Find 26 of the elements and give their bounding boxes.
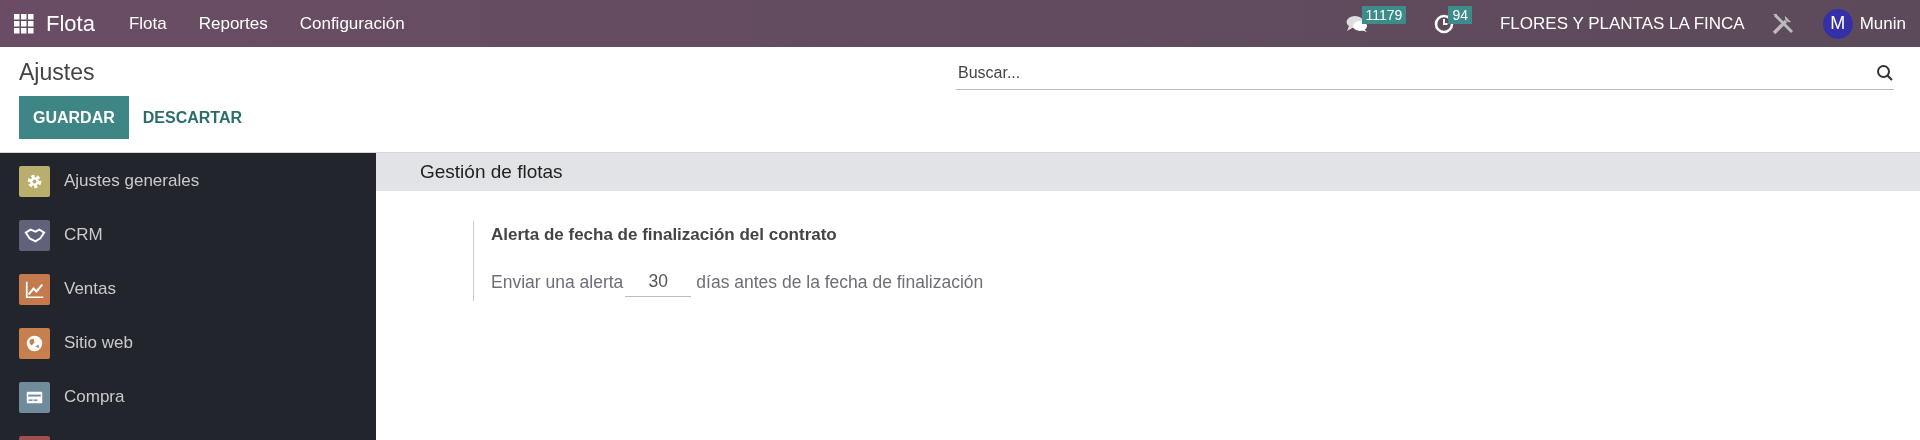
user-avatar[interactable]: M — [1822, 8, 1853, 39]
user-name[interactable]: Munin — [1859, 13, 1906, 34]
days-input-field[interactable]: 30 — [625, 267, 692, 297]
sidebar-item[interactable]: Ajustes generales — [0, 154, 376, 208]
section-header: Gestión de flotas — [376, 153, 1920, 191]
apps-menu-icon[interactable] — [14, 13, 34, 34]
setting-label: días antes de la fecha de finalización — [696, 271, 984, 293]
clock-icon[interactable] — [1434, 13, 1455, 34]
activity-count-badge: 94 — [1448, 5, 1472, 24]
search-icon[interactable] — [1876, 63, 1894, 82]
discard-button[interactable]: DESCARTAR — [128, 96, 257, 139]
app-name[interactable]: Flota — [46, 10, 95, 37]
menu-item[interactable]: Reportes — [198, 13, 268, 34]
menu-item[interactable]: Flota — [128, 13, 167, 34]
save-button[interactable]: GUARDAR — [19, 96, 129, 139]
setting-label: Enviar una alerta — [491, 271, 624, 293]
message-count-badge: 11179 — [1361, 5, 1407, 24]
sidebar-item[interactable]: Compra — [0, 370, 376, 424]
page-title: Ajustes — [19, 59, 96, 86]
sidebar-item[interactable]: Sitio web — [0, 316, 376, 370]
menu-item[interactable]: Configuración — [299, 13, 405, 34]
setting-title: Alerta de fecha de finalización del contrato — [491, 225, 838, 245]
tools-icon[interactable] — [1770, 11, 1795, 36]
sidebar-item[interactable]: Ventas — [0, 262, 376, 316]
sidebar-item[interactable]: CRM — [0, 208, 376, 262]
company-name[interactable]: FLORES Y PLANTAS LA FINCA — [1500, 13, 1745, 34]
